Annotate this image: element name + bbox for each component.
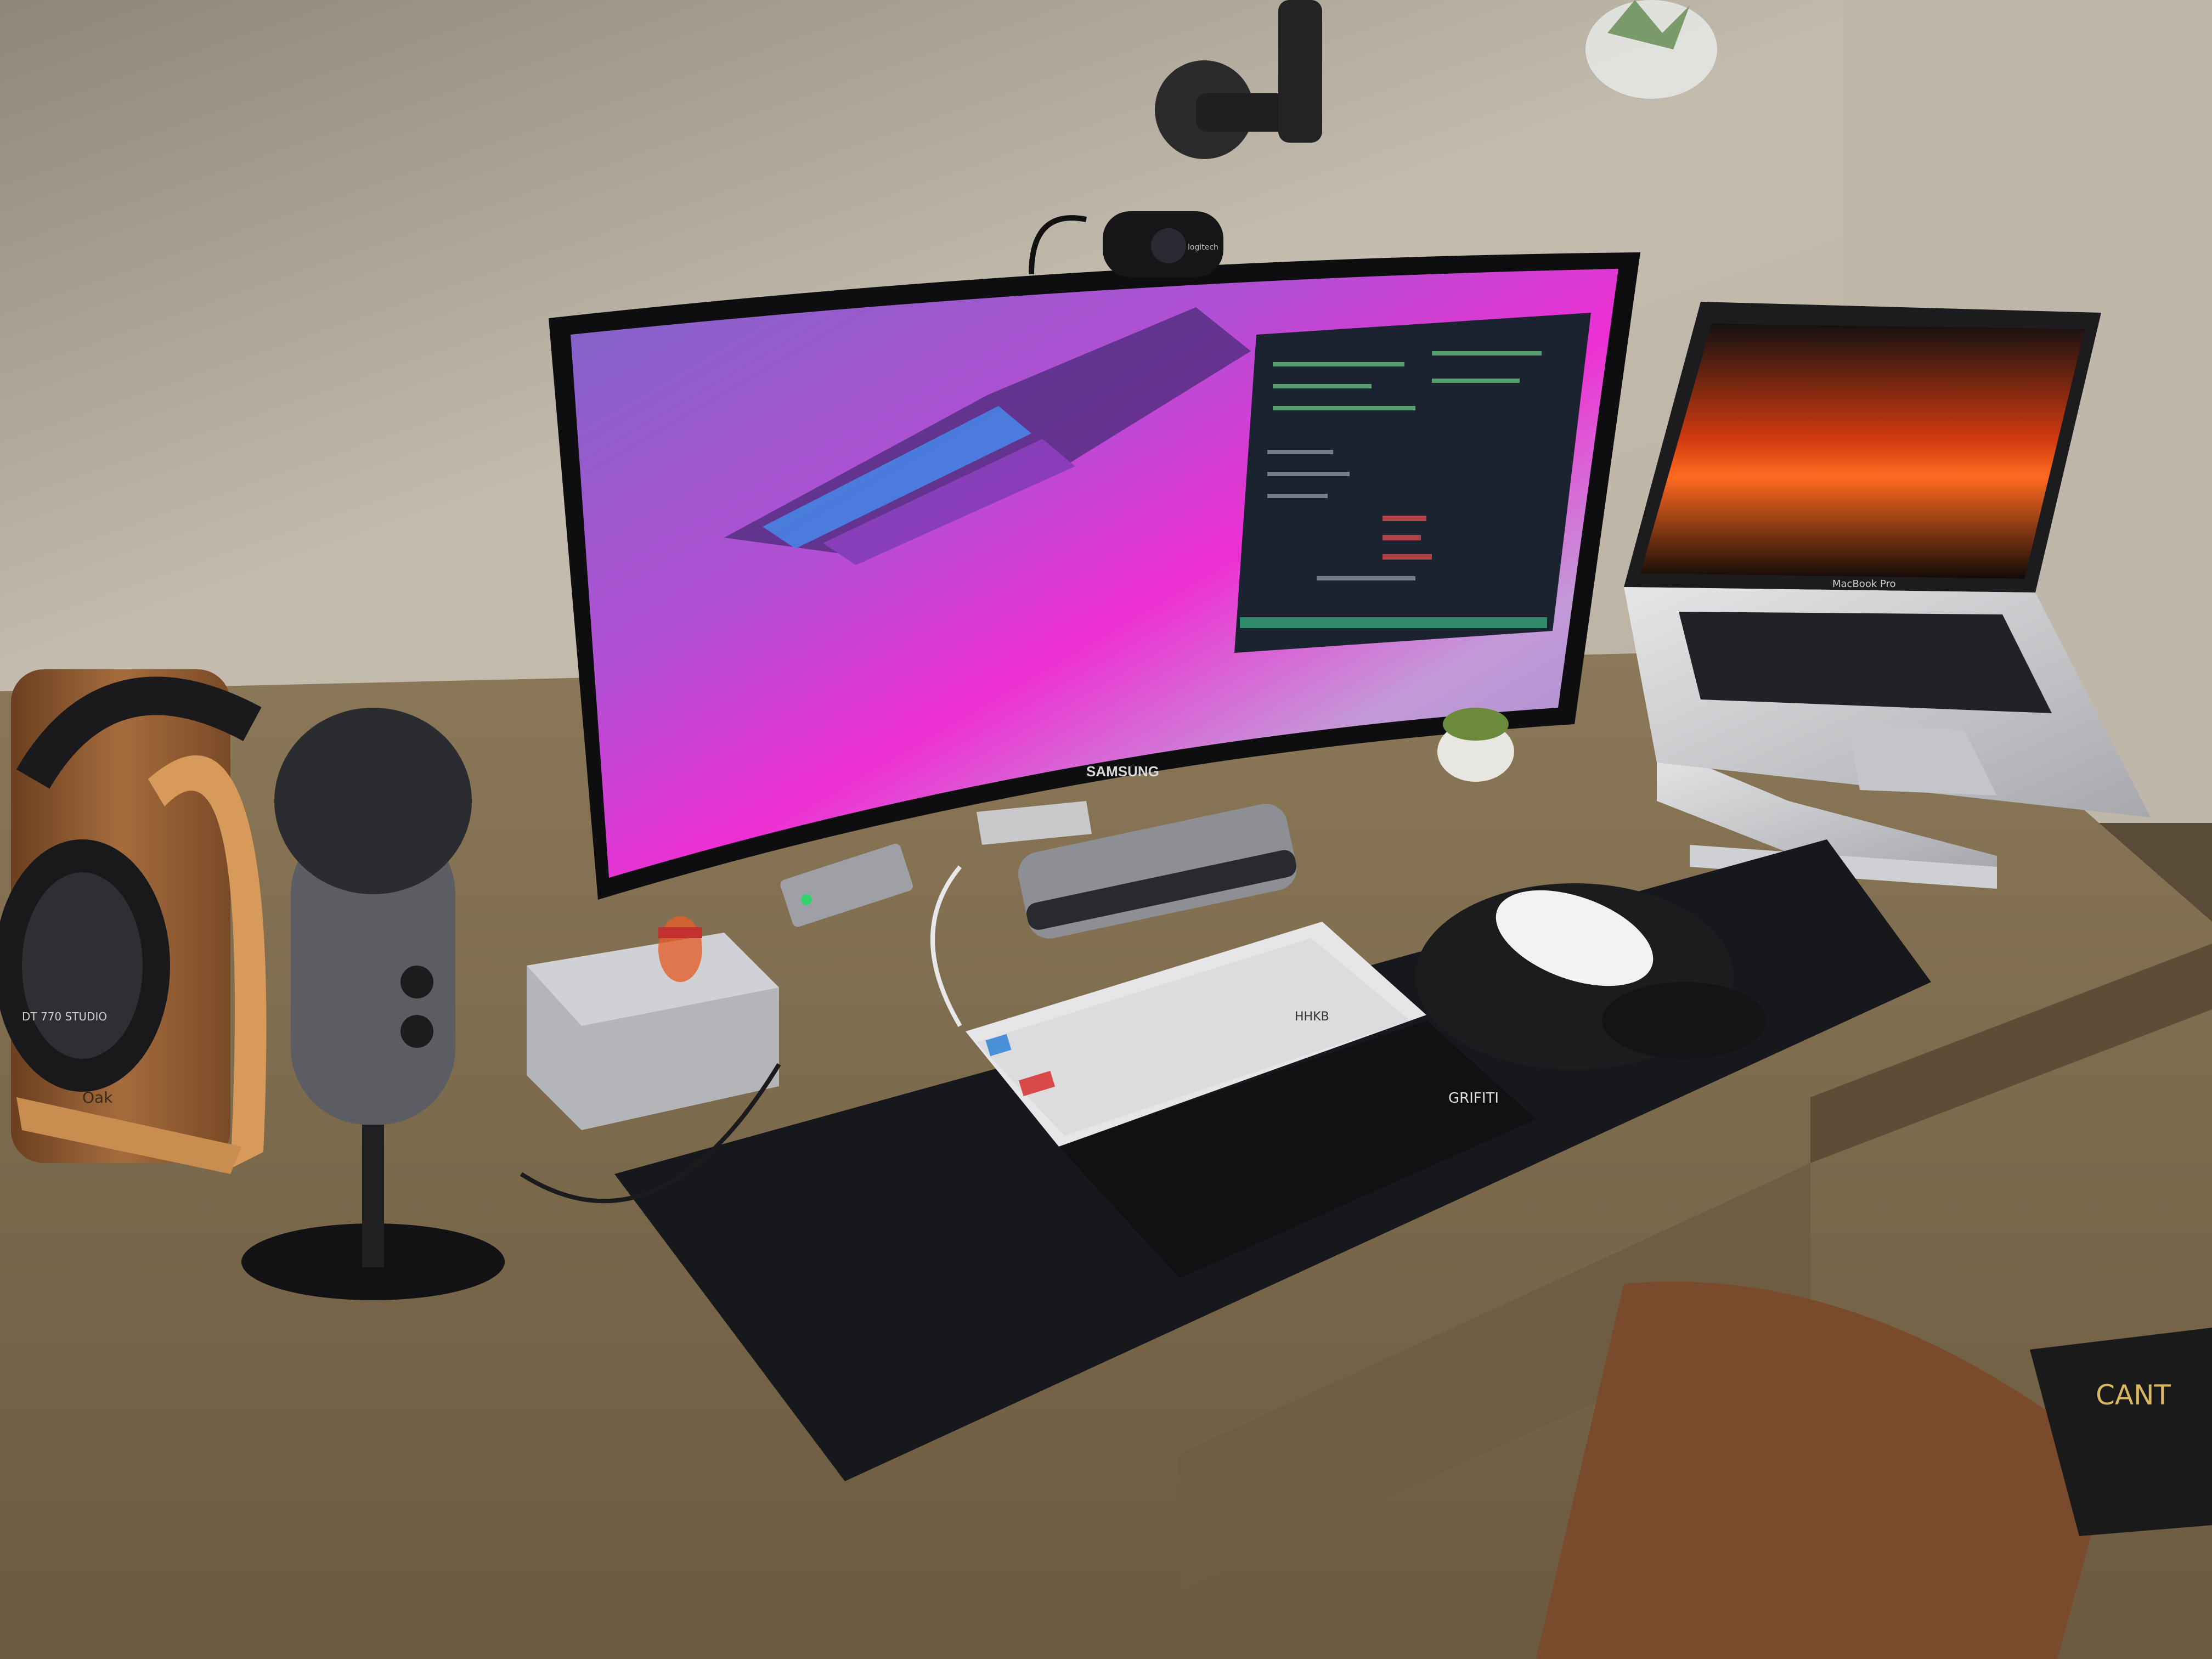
- laptop-keyboard: [1679, 612, 2052, 713]
- svg-text:HHKB: HHKB: [1295, 1010, 1329, 1024]
- succulent-plant: [1437, 708, 1514, 782]
- hanging-planter: [1585, 0, 1717, 99]
- svg-text:DT 770 STUDIO: DT 770 STUDIO: [22, 1010, 107, 1023]
- terminal-window: [1234, 313, 1591, 653]
- svg-text:GRIFITI: GRIFITI: [1448, 1090, 1499, 1107]
- laptop-screen: [1640, 324, 2085, 579]
- monitor-brand: SAMSUNG: [1086, 763, 1159, 780]
- desk-setup-photo: SAMSUNG logitech MacBook Pro Oak DT 770 …: [0, 0, 2212, 1659]
- svg-text:MacBook Pro: MacBook Pro: [1832, 578, 1896, 590]
- svg-text:logitech: logitech: [1188, 243, 1218, 252]
- svg-text:CANT: CANT: [2096, 1379, 2171, 1411]
